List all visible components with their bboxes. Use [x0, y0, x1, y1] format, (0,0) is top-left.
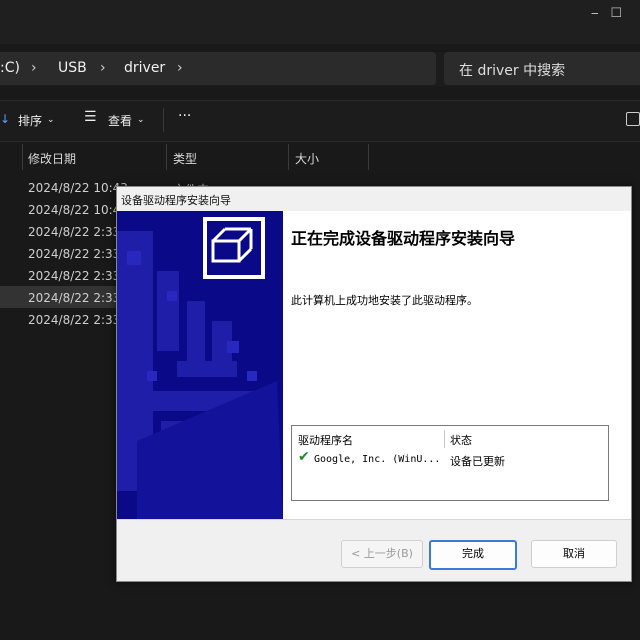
table-row[interactable]: 2024/8/22 10:43	[28, 181, 128, 195]
column-divider[interactable]	[368, 144, 369, 170]
column-divider[interactable]	[444, 430, 445, 448]
chevron-down-icon[interactable]: ⌄	[47, 115, 55, 125]
view-icon[interactable]: ☰	[84, 109, 97, 125]
chevron-right-icon[interactable]: ›	[177, 60, 183, 76]
table-row[interactable]: 2024/8/22 2:33	[28, 313, 120, 327]
wizard-heading: 正在完成设备驱动程序安装向导	[291, 229, 516, 248]
divider	[117, 519, 631, 520]
wizard-message: 此计算机上成功地安装了此驱动程序。	[291, 294, 478, 307]
breadcrumb-drive[interactable]: :C)	[0, 60, 20, 76]
view-button[interactable]: 查看	[108, 112, 132, 129]
table-row[interactable]: 2024/8/22 2:33	[28, 269, 120, 283]
cancel-button[interactable]: 取消	[531, 540, 617, 568]
breadcrumb-driver[interactable]: driver	[124, 60, 165, 76]
column-header-modified[interactable]: 修改日期	[28, 150, 76, 167]
finish-button[interactable]: 完成	[429, 540, 517, 570]
usb-plug-icon	[117, 211, 283, 519]
window-controls[interactable]: ⎯ ☐	[591, 6, 622, 21]
details-pane-icon[interactable]	[626, 112, 640, 126]
wizard-banner-image	[117, 211, 283, 519]
breadcrumb-usb[interactable]: USB	[58, 60, 87, 76]
column-header-size[interactable]: 大小	[295, 150, 319, 167]
dialog-title: 设备驱动程序安装向导	[121, 194, 231, 207]
chevron-down-icon[interactable]: ⌄	[137, 115, 145, 125]
driver-status-cell: 设备已更新	[450, 455, 505, 468]
column-header-status[interactable]: 状态	[450, 432, 472, 448]
back-button[interactable]: < 上一步(B)	[341, 540, 423, 568]
column-divider[interactable]	[166, 144, 167, 170]
column-divider[interactable]	[288, 144, 289, 170]
table-row[interactable]: 2024/8/22 2:33	[28, 225, 120, 239]
sort-button[interactable]: 排序	[18, 112, 42, 129]
chevron-right-icon[interactable]: ›	[100, 60, 106, 76]
column-divider[interactable]	[22, 144, 23, 170]
chevron-right-icon[interactable]: ›	[31, 60, 37, 76]
toolbar-divider	[163, 108, 164, 132]
title-bar	[0, 0, 640, 44]
table-row[interactable]: 2024/8/22 10:4	[28, 203, 120, 217]
table-row[interactable]: 2024/8/22 2:33	[28, 247, 120, 261]
column-header-driver-name[interactable]: 驱动程序名	[298, 432, 353, 448]
driver-name-cell[interactable]: Google, Inc. (WinU...	[314, 454, 440, 465]
search-input[interactable]: 在 driver 中搜索	[459, 60, 565, 80]
sort-arrow-icon[interactable]: ↓	[0, 112, 10, 126]
more-options-button[interactable]: ···	[178, 108, 191, 124]
driver-install-wizard-dialog: 设备驱动程序安装向导 正在完成设备驱动程序安装向导 此计算机上成功地安装了此驱动…	[116, 186, 632, 582]
driver-list[interactable]: 驱动程序名 状态 ✔ Google, Inc. (WinU... 设备已更新	[291, 425, 609, 501]
checkmark-icon: ✔	[298, 449, 310, 465]
table-row[interactable]: 2024/8/22 2:33	[28, 291, 120, 305]
column-header-type[interactable]: 类型	[173, 150, 197, 167]
